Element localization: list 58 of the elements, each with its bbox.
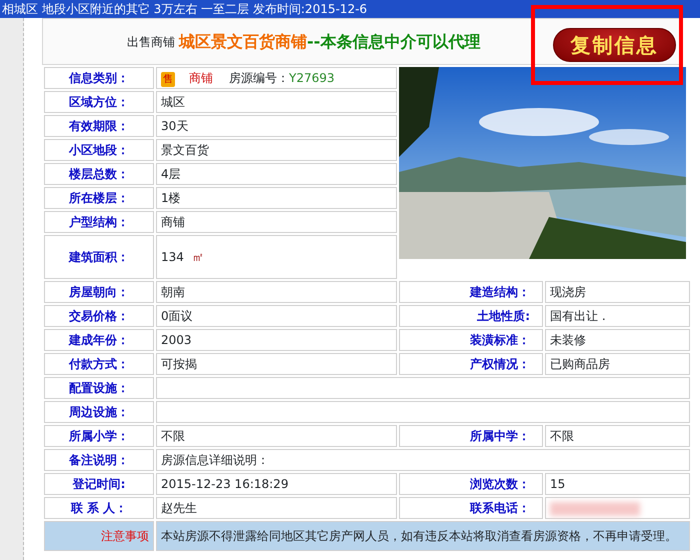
field-label: 装潢标准： bbox=[399, 329, 543, 351]
field-label: 房屋朝向： bbox=[44, 281, 154, 303]
field-label: 联系电话： bbox=[399, 497, 543, 519]
field-label: 交易价格： bbox=[44, 305, 154, 327]
field-label: 有效期限： bbox=[44, 115, 154, 137]
field-value: 15 bbox=[550, 477, 566, 491]
field-label: 联 系 人： bbox=[44, 497, 154, 519]
listing-id: Y27693 bbox=[289, 71, 335, 85]
field-value: 国有出让 . bbox=[550, 309, 606, 323]
listing-id-label: 房源编号： bbox=[229, 71, 289, 85]
notice-label: 注意事项 bbox=[44, 521, 154, 551]
field-value: 商铺 bbox=[161, 215, 185, 229]
field-value: 不限 bbox=[161, 429, 185, 443]
field-label: 建造结构： bbox=[399, 281, 543, 303]
field-value: 朝南 bbox=[161, 285, 185, 299]
field-label: 付款方式： bbox=[44, 353, 154, 375]
field-label: 区域方位： bbox=[44, 91, 154, 113]
field-value: 城区 bbox=[161, 95, 185, 109]
field-value: 赵先生 bbox=[161, 501, 197, 515]
field-label: 信息类别： bbox=[44, 67, 154, 89]
field-value: 已购商品房 bbox=[550, 357, 610, 371]
field-label: 所属小学： bbox=[44, 425, 154, 447]
copy-info-button[interactable]: 复制信息 bbox=[553, 28, 676, 62]
field-value: 房源信息详细说明： bbox=[161, 453, 269, 467]
property-type: 商铺 bbox=[189, 71, 213, 85]
field-label: 备注说明： bbox=[44, 449, 154, 471]
field-value: 2003 bbox=[161, 333, 192, 347]
field-label: 所在楼层： bbox=[44, 187, 154, 209]
field-value: 未装修 bbox=[550, 333, 586, 347]
field-label: 户型结构： bbox=[44, 211, 154, 233]
field-label: 登记时间: bbox=[44, 473, 154, 495]
field-label: 土地性质: bbox=[399, 305, 543, 327]
field-value: 30天 bbox=[161, 119, 188, 133]
field-value: 0面议 bbox=[161, 309, 193, 323]
field-value: 现浇房 bbox=[550, 285, 586, 299]
header-prefix: 出售商铺 bbox=[127, 34, 175, 50]
field-label: 浏览次数： bbox=[399, 473, 543, 495]
notice-text: 本站房源不得泄露给同地区其它房产网人员，如有违反本站将取消查看房源资格，不再申请受理。 bbox=[156, 521, 690, 551]
banner-text[interactable]: 相城区 地段小区附近的其它 3万左右 一至二层 发布时间:2015-12-6 bbox=[0, 0, 700, 18]
field-label: 建成年份： bbox=[44, 329, 154, 351]
field-value: 1楼 bbox=[161, 191, 181, 205]
field-label: 小区地段： bbox=[44, 139, 154, 161]
field-value: 可按揭 bbox=[161, 357, 197, 371]
sale-badge: 售 bbox=[161, 72, 175, 87]
field-value: 景文百货 bbox=[161, 143, 209, 157]
field-label: 周边设施： bbox=[44, 401, 154, 423]
field-label: 建筑面积： bbox=[44, 235, 154, 279]
field-value: 不限 bbox=[550, 429, 574, 443]
header-note: --本条信息中介可以代理 bbox=[307, 30, 480, 52]
field-label: 配置设施： bbox=[44, 377, 154, 399]
field-value: 134 bbox=[161, 250, 184, 264]
unit-text: ㎡ bbox=[192, 250, 204, 264]
field-value: 4层 bbox=[161, 167, 181, 181]
field-label: 楼层总数： bbox=[44, 163, 154, 185]
field-label: 所属中学： bbox=[399, 425, 543, 447]
field-label: 产权情况： bbox=[399, 353, 543, 375]
field-value: 2015-12-23 16:18:29 bbox=[161, 477, 288, 491]
listing-title: 城区景文百货商铺 bbox=[179, 30, 307, 52]
